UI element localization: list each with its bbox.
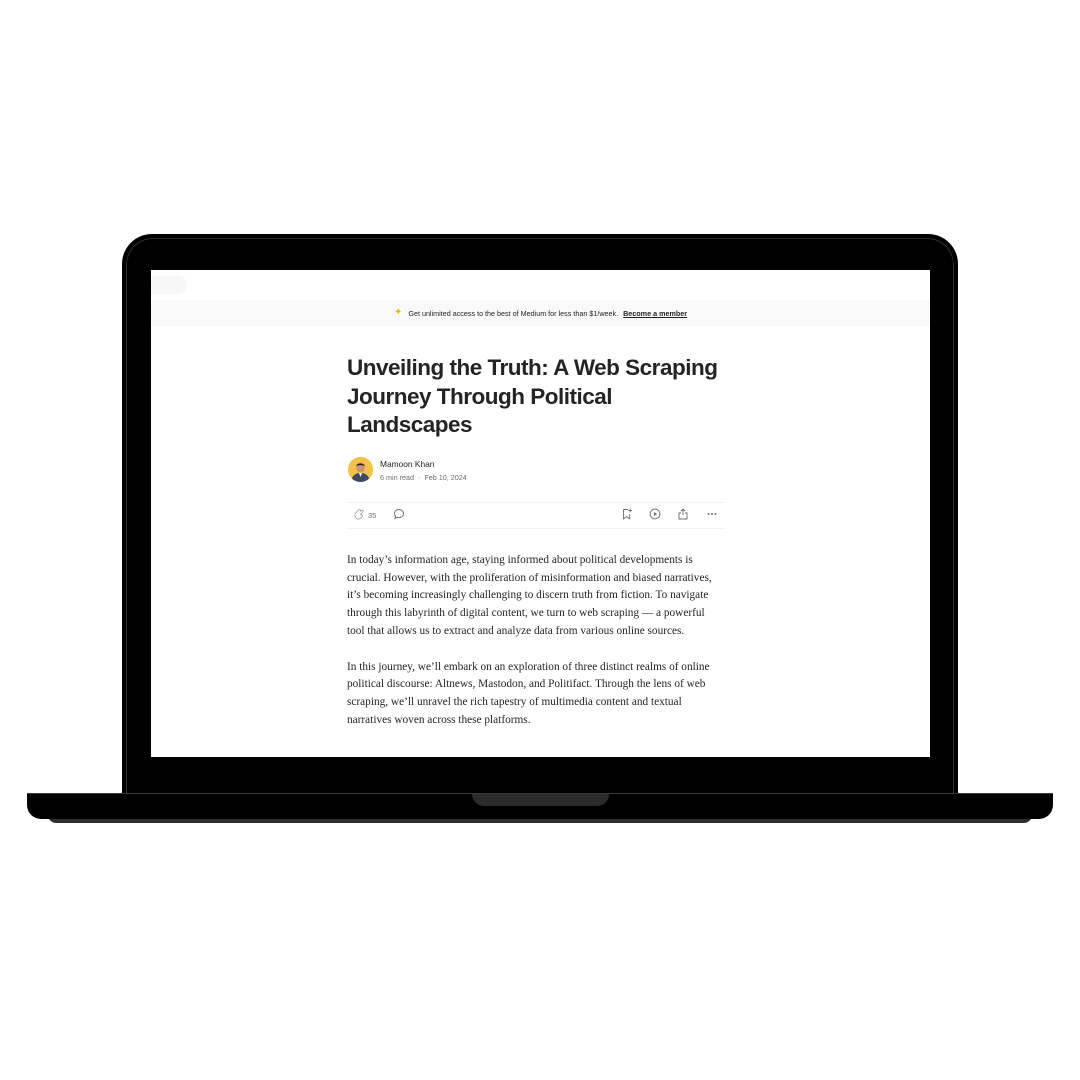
clap-icon [353,507,365,525]
play-circle-icon [649,507,661,525]
publish-date: Feb 10, 2024 [424,473,467,482]
meta-separator: · [417,473,421,482]
laptop-screen: ✦ Get unlimited access to the best of Me… [151,270,930,757]
laptop-mockup: ✦ Get unlimited access to the best of Me… [0,0,1080,1080]
article: Unveiling the Truth: A Web Scraping Jour… [347,354,725,726]
comment-icon [393,507,405,525]
comment-button[interactable] [393,508,405,523]
article-paragraph: In today’s information age, staying info… [347,554,712,637]
read-time: 6 min read [380,473,414,482]
listen-button[interactable] [649,508,661,523]
save-button[interactable] [621,508,633,523]
share-icon [677,507,689,525]
membership-banner: ✦ Get unlimited access to the best of Me… [151,300,930,326]
laptop-opening-notch [472,794,609,806]
top-strip-pill [151,276,187,294]
sparkle-icon: ✦ [393,307,403,318]
article-action-bar: 35 [347,502,725,529]
avatar-portrait-icon [348,457,373,482]
share-button[interactable] [677,507,689,525]
more-button[interactable] [706,508,718,523]
article-paragraph: In this journey, we’ll embark on an expl… [347,660,710,726]
clap-button[interactable]: 35 [353,508,376,523]
article-meta: 6 min read · Feb 10, 2024 [380,473,467,482]
become-member-link[interactable]: Become a member [623,309,687,318]
author-row: Mamoon Khan 6 min read · Feb 10, 2024 [347,456,725,484]
browser-top-strip [151,270,930,300]
bookmark-add-icon [621,507,633,525]
author-avatar[interactable] [348,457,373,482]
banner-text: Get unlimited access to the best of Medi… [408,308,619,318]
article-body: In today’s information age, staying info… [347,552,725,747]
article-title: Unveiling the Truth: A Web Scraping Jour… [347,355,718,438]
clap-count: 35 [368,511,377,520]
more-icon [706,507,718,525]
author-name[interactable]: Mamoon Khan [380,459,434,469]
